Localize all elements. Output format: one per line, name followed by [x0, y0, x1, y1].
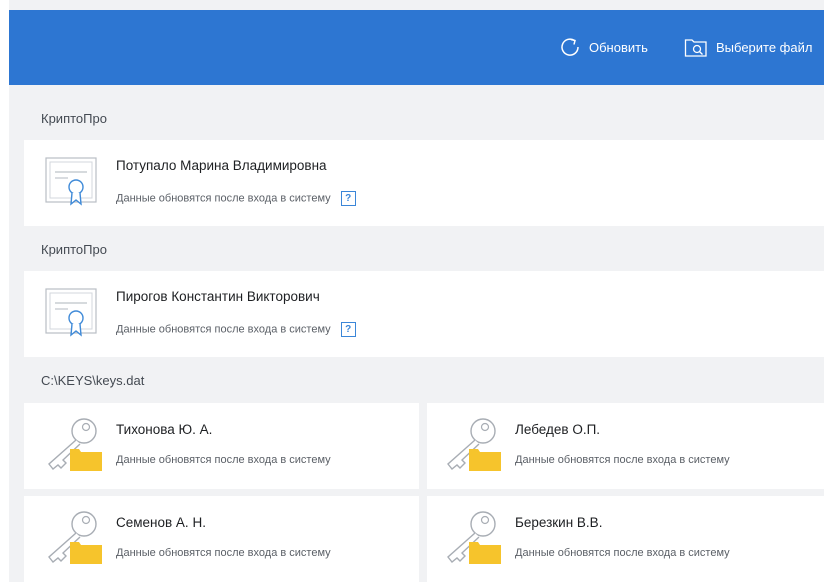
owner-name: Потупало Марина Владимировна [116, 158, 327, 173]
key-card[interactable]: Березкин В.В. Данные обновятся после вхо… [427, 496, 824, 582]
certificate-card[interactable]: Потупало Марина Владимировна Данные обно… [24, 140, 824, 226]
certificate-icon [45, 288, 97, 337]
group-label: КриптоПро [41, 111, 107, 126]
status-text: Данные обновятся после входа в систему? [116, 322, 356, 337]
status-text: Данные обновятся после входа в систему [116, 547, 331, 559]
content-area: Обновить Выберите файл КриптоПро Потупал… [9, 0, 824, 582]
select-file-button[interactable]: Выберите файл [684, 10, 812, 85]
refresh-label: Обновить [589, 40, 648, 55]
key-card[interactable]: Тихонова Ю. А. Данные обновятся после вх… [24, 403, 419, 489]
certificate-card[interactable]: Пирогов Константин Викторович Данные обн… [24, 271, 824, 357]
status-text: Данные обновятся после входа в систему? [116, 191, 356, 206]
owner-name: Лебедев О.П. [515, 422, 601, 437]
key-folder-icon [447, 418, 501, 471]
key-folder-icon [48, 418, 102, 471]
owner-name: Тихонова Ю. А. [116, 422, 213, 437]
owner-name: Пирогов Константин Викторович [116, 289, 320, 304]
status-label: Данные обновятся после входа в систему [116, 323, 331, 336]
refresh-button[interactable]: Обновить [559, 10, 648, 85]
help-button[interactable]: ? [340, 191, 356, 206]
certificate-icon [45, 157, 97, 206]
key-card[interactable]: Лебедев О.П. Данные обновятся после вход… [427, 403, 824, 489]
top-bar: Обновить Выберите файл [9, 10, 824, 85]
group-label: C:\KEYS\keys.dat [41, 373, 145, 388]
help-button[interactable]: ? [340, 322, 356, 337]
owner-name: Семенов А. Н. [116, 515, 206, 530]
app-window: Обновить Выберите файл КриптоПро Потупал… [0, 0, 824, 582]
status-text: Данные обновятся после входа в систему [515, 454, 730, 466]
group-label: КриптоПро [41, 242, 107, 257]
select-file-label: Выберите файл [716, 40, 813, 55]
status-label: Данные обновятся после входа в систему [116, 192, 331, 205]
refresh-icon [561, 37, 579, 56]
key-folder-icon [48, 511, 102, 564]
key-folder-icon [447, 511, 501, 564]
file-search-icon [684, 38, 707, 57]
status-text: Данные обновятся после входа в систему [116, 454, 331, 466]
owner-name: Березкин В.В. [515, 515, 603, 530]
key-card[interactable]: Семенов А. Н. Данные обновятся после вхо… [24, 496, 419, 582]
status-text: Данные обновятся после входа в систему [515, 547, 730, 559]
